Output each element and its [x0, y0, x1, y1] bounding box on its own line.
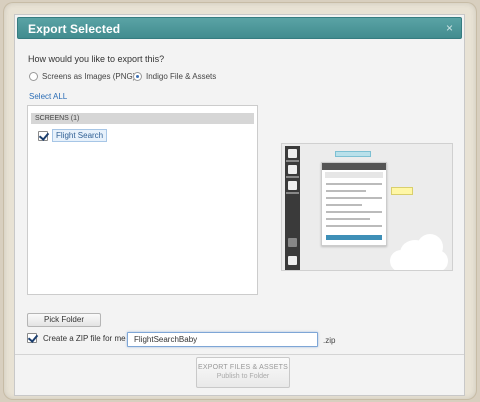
- preview-icon: [288, 256, 297, 265]
- zip-checkbox-label: Create a ZIP file for me: [43, 333, 126, 343]
- preview-form-line: [326, 183, 382, 185]
- radio-indigo[interactable]: [133, 72, 142, 81]
- preview-form-button: [326, 235, 382, 240]
- preview-form-line: [326, 204, 362, 206]
- radio-png[interactable]: [29, 72, 38, 81]
- preview-form-line: [326, 211, 382, 213]
- option-png[interactable]: Screens as Images (PNG): [29, 72, 135, 81]
- preview-icon-label: [286, 192, 299, 194]
- zip-extension: .zip: [323, 336, 336, 345]
- pick-folder-button[interactable]: Pick Folder: [27, 313, 101, 327]
- export-question: How would you like to export this?: [28, 54, 165, 64]
- screens-list: SCREENS (1) Flight Search: [27, 105, 258, 295]
- close-icon[interactable]: ×: [446, 21, 453, 35]
- preview-form-tabs: [325, 172, 383, 178]
- preview-icon: [288, 181, 297, 190]
- screen-label[interactable]: Flight Search: [52, 129, 108, 142]
- preview-icon: [288, 149, 297, 158]
- screen-preview: [281, 143, 453, 271]
- preview-form-line: [326, 197, 382, 199]
- select-all-link[interactable]: Select ALL: [29, 92, 67, 101]
- list-item[interactable]: Flight Search: [38, 129, 108, 142]
- preview-form-line: [326, 218, 370, 220]
- preview-icon: [288, 238, 297, 247]
- screen-checkbox[interactable]: [38, 130, 48, 141]
- preview-sticky-note: [391, 187, 413, 195]
- export-button-sublabel: Publish to Folder: [216, 373, 270, 380]
- zip-option[interactable]: Create a ZIP file for me: [27, 333, 126, 343]
- dialog-frame: Export Selected × How would you like to …: [4, 3, 476, 399]
- preview-sidebar: [285, 146, 300, 270]
- preview-form: [321, 162, 387, 246]
- zip-filename-input[interactable]: FlightSearchBaby: [127, 332, 318, 347]
- preview-cloud: [417, 234, 443, 260]
- preview-form-line: [326, 190, 366, 192]
- dialog-title: Export Selected: [28, 22, 121, 36]
- preview-form-header: [322, 163, 386, 170]
- option-png-label: Screens as Images (PNG): [42, 72, 136, 81]
- screens-header: SCREENS (1): [31, 113, 254, 124]
- export-button[interactable]: EXPORT FILES & ASSETS Publish to Folder: [196, 357, 290, 388]
- preview-icon: [288, 165, 297, 174]
- option-indigo-label: Indigo File & Assets: [146, 72, 217, 81]
- preview-icon-label: [286, 176, 299, 178]
- export-dialog: Export Selected × How would you like to …: [14, 14, 465, 396]
- zip-checkbox[interactable]: [27, 333, 37, 343]
- option-indigo[interactable]: Indigo File & Assets: [133, 72, 216, 81]
- preview-form-line: [326, 225, 382, 227]
- dialog-titlebar: Export Selected ×: [17, 17, 462, 39]
- footer-divider: [15, 354, 464, 355]
- preview-icon-label: [286, 160, 299, 162]
- preview-title-bar: [335, 151, 371, 157]
- export-button-label: EXPORT FILES & ASSETS: [198, 364, 288, 371]
